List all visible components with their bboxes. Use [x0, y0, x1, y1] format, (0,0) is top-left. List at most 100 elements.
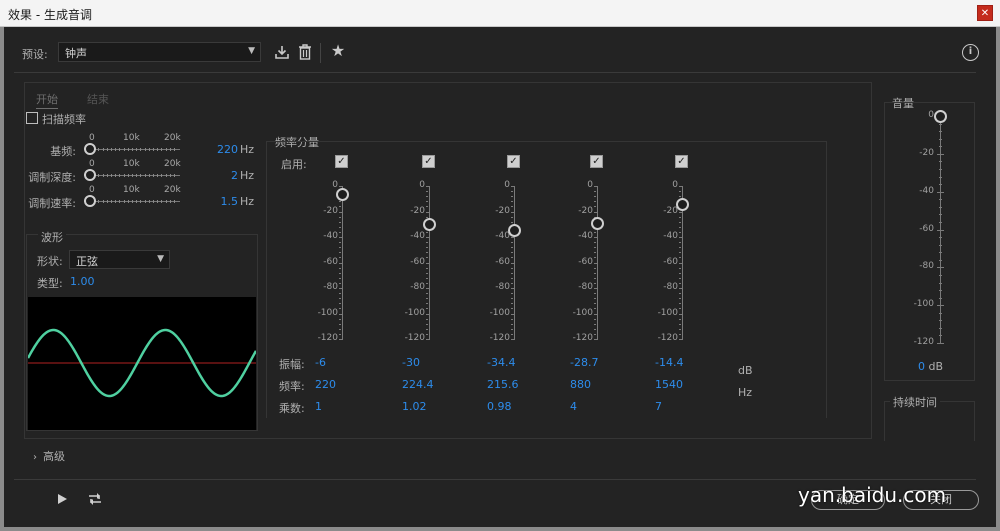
chevron-down-icon: ▼ — [157, 254, 164, 264]
scale-tick — [426, 257, 428, 259]
play-icon[interactable] — [56, 493, 68, 505]
trash-icon[interactable] — [297, 44, 313, 62]
slider-tick — [98, 174, 100, 177]
slider-knob[interactable] — [84, 195, 96, 207]
amplitude-slider-knob[interactable] — [336, 187, 349, 201]
scale-tick — [679, 242, 681, 244]
multiplier-value[interactable]: 1 — [315, 400, 322, 413]
scale-tick — [679, 191, 681, 193]
duration-title: 持续时间 — [890, 394, 940, 410]
frequency-value[interactable]: 1540 — [655, 378, 683, 391]
scale-tick — [511, 339, 515, 340]
amplitude-slider-track[interactable] — [429, 186, 430, 339]
frequency-value[interactable]: 880 — [570, 378, 591, 391]
modulation-depth-slider[interactable] — [84, 169, 180, 181]
multiplier-value[interactable]: 7 — [655, 400, 662, 413]
scale-tick — [426, 282, 428, 284]
scale-tick — [426, 201, 428, 203]
scale-tick — [339, 339, 343, 340]
tab-start[interactable]: 开始 — [36, 91, 58, 109]
scale-tick — [339, 303, 341, 305]
multiplier-value[interactable]: 1.02 — [402, 400, 427, 413]
amplitude-slider-track[interactable] — [342, 186, 343, 339]
scale-tick — [511, 221, 513, 223]
slider-value[interactable]: 2 — [210, 169, 238, 182]
loop-icon[interactable] — [87, 492, 103, 506]
download-save-icon[interactable] — [273, 44, 291, 62]
scale-tick — [679, 221, 681, 223]
frequency-value[interactable]: 224.4 — [402, 378, 434, 391]
scale-tick — [679, 216, 681, 218]
enable-checkbox[interactable]: ✓ — [590, 155, 603, 168]
slider-tick — [161, 174, 163, 177]
scale-tick — [511, 328, 513, 330]
slider-tick — [111, 200, 112, 203]
enable-checkbox[interactable]: ✓ — [335, 155, 348, 168]
type-value[interactable]: 1.00 — [70, 275, 95, 288]
multiplier-value[interactable]: 0.98 — [487, 400, 512, 413]
preset-select[interactable]: 钟声 ▼ — [58, 42, 261, 62]
scale-tick — [339, 226, 341, 228]
slider-value[interactable]: 220 — [210, 143, 238, 156]
slider-knob[interactable] — [84, 143, 96, 155]
multiplier-value[interactable]: 4 — [570, 400, 577, 413]
slider-tick — [144, 148, 146, 151]
amplitude-slider-track[interactable] — [597, 186, 598, 339]
scale-tick — [426, 277, 428, 279]
db-scale-label: -20 — [323, 205, 338, 216]
scale-tick — [594, 272, 596, 274]
slider-tick — [144, 174, 146, 177]
scale-tick — [426, 252, 428, 254]
slider-tick — [148, 148, 150, 151]
scale-tick — [679, 196, 681, 198]
modulation-rate-slider[interactable] — [84, 195, 180, 207]
volume-slider-track[interactable] — [940, 116, 941, 343]
db-scale-label: -120 — [317, 333, 338, 343]
volume-readout[interactable]: 0 dB — [918, 360, 943, 373]
slider-label: 基频: — [50, 145, 76, 158]
scale-tick — [426, 303, 428, 305]
star-icon[interactable]: ★ — [329, 43, 347, 61]
slider-tick — [148, 200, 150, 203]
header-divider — [14, 72, 976, 73]
close-button[interactable]: ✕ — [977, 5, 993, 21]
amplitude-slider-knob[interactable] — [508, 223, 521, 237]
amplitude-value[interactable]: -28.7 — [570, 356, 598, 369]
slider-tick — [153, 148, 154, 151]
slider-knob[interactable] — [84, 169, 96, 181]
enable-checkbox[interactable]: ✓ — [507, 155, 520, 168]
title-bar[interactable] — [0, 0, 1000, 27]
sweep-checkbox[interactable] — [26, 112, 38, 124]
scale-tick — [426, 272, 428, 274]
sweep-label: 扫描频率 — [42, 113, 86, 126]
slider-value[interactable]: 1.5 — [210, 195, 239, 208]
preset-label: 预设: — [22, 48, 48, 61]
volume-slider-knob[interactable] — [934, 110, 947, 123]
frequency-value[interactable]: 215.6 — [487, 378, 519, 391]
volume-scale-label: -80 — [919, 261, 934, 272]
advanced-toggle[interactable]: › 高级 — [33, 448, 65, 464]
slider-tick — [153, 200, 154, 203]
frequency-value[interactable]: 220 — [315, 378, 336, 391]
waveform-title: 波形 — [38, 229, 66, 245]
scale-tick — [339, 333, 341, 335]
tab-end[interactable]: 结束 — [87, 91, 109, 107]
slider-tick — [98, 148, 100, 151]
shape-select[interactable]: 正弦 ▼ — [69, 250, 170, 269]
scale-tick — [594, 328, 596, 330]
amplitude-value[interactable]: -34.4 — [487, 356, 515, 369]
slider-tick — [115, 174, 117, 177]
scale-tick — [594, 318, 596, 320]
amplitude-value[interactable]: -6 — [315, 356, 326, 369]
enable-checkbox[interactable]: ✓ — [422, 155, 435, 168]
slider-tick — [111, 148, 112, 151]
scale-tick — [426, 333, 428, 335]
enable-checkbox[interactable]: ✓ — [675, 155, 688, 168]
base-frequency-slider[interactable] — [84, 143, 180, 155]
amplitude-value[interactable]: -14.4 — [655, 356, 683, 369]
info-icon[interactable]: i — [962, 44, 979, 61]
amplitude-slider-track[interactable] — [514, 186, 515, 339]
amplitude-slider-knob[interactable] — [591, 216, 604, 230]
scale-tick — [511, 282, 513, 284]
amplitude-value[interactable]: -30 — [402, 356, 420, 369]
